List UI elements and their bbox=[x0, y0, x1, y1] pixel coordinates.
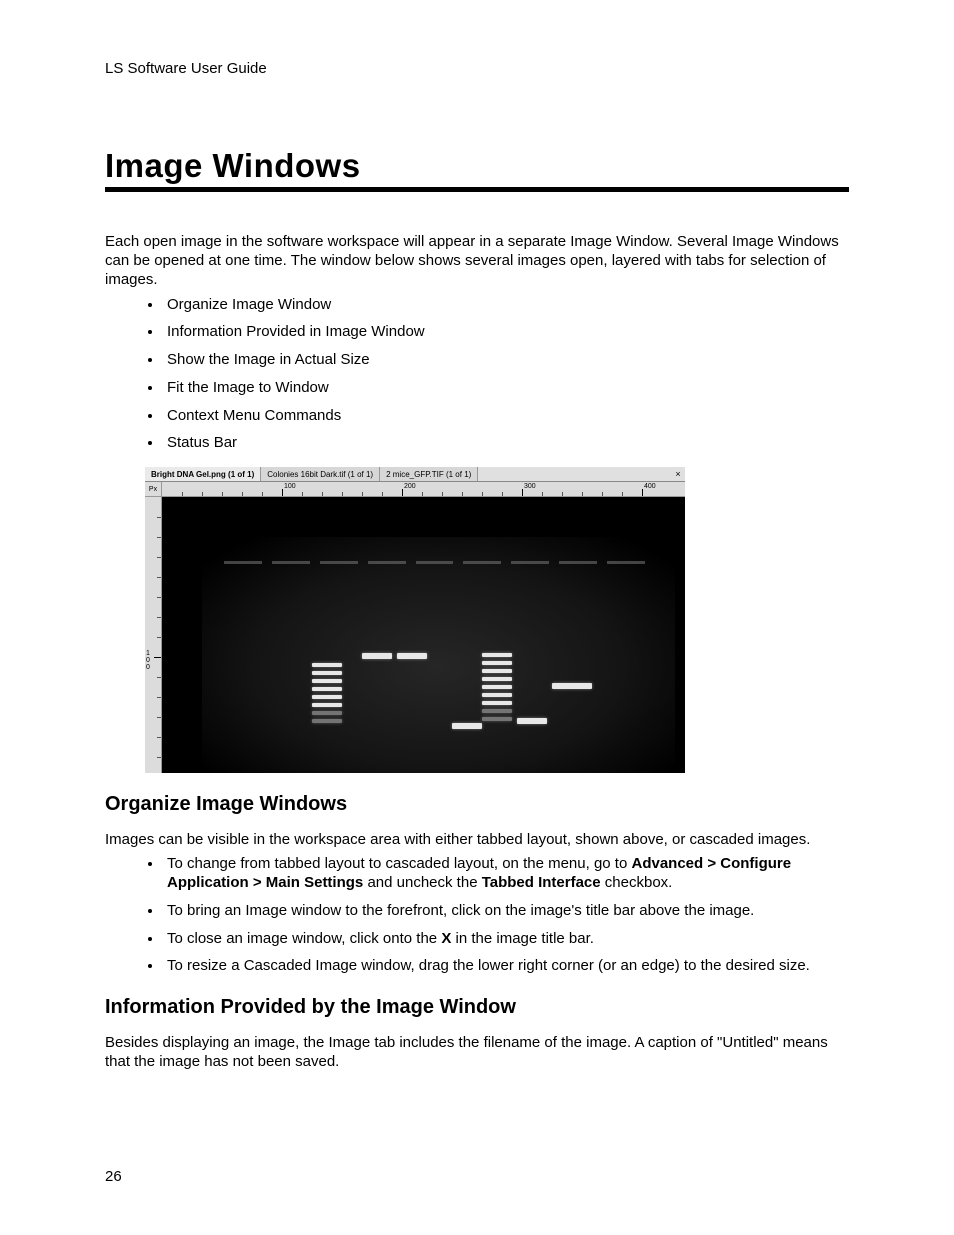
list-item: Organize Image Window bbox=[163, 296, 849, 315]
topic-list: Organize Image Window Information Provid… bbox=[105, 296, 849, 454]
list-item: To bring an Image window to the forefron… bbox=[163, 902, 849, 921]
ruler-tick-label: 100 bbox=[146, 650, 150, 671]
section-heading: Information Provided by the Image Window bbox=[105, 996, 849, 1019]
list-item: Show the Image in Actual Size bbox=[163, 351, 849, 370]
image-tab[interactable]: 2 mice_GFP.TIF (1 of 1) bbox=[380, 467, 478, 481]
gel-lane bbox=[397, 653, 427, 773]
ruler-unit-label: Px bbox=[145, 482, 162, 497]
gel-lane bbox=[517, 718, 547, 773]
close-icon[interactable]: × bbox=[671, 467, 685, 481]
list-item: To close an image window, click onto the… bbox=[163, 930, 849, 949]
gel-lane bbox=[312, 663, 342, 773]
intro-paragraph: Each open image in the software workspac… bbox=[105, 232, 849, 290]
instruction-list: To change from tabbed layout to cascaded… bbox=[105, 855, 849, 976]
tab-label: Bright DNA Gel.png (1 of 1) bbox=[151, 470, 254, 479]
title-rule bbox=[105, 187, 849, 192]
list-item: To resize a Cascaded Image window, drag … bbox=[163, 957, 849, 976]
ruler-tick-label: 300 bbox=[524, 483, 536, 490]
gel-lane bbox=[552, 683, 592, 773]
list-item: Information Provided in Image Window bbox=[163, 323, 849, 342]
tab-label: Colonies 16bit Dark.tif (1 of 1) bbox=[267, 470, 373, 479]
ruler-vertical: 100 bbox=[145, 497, 162, 773]
ruler-tick-label: 200 bbox=[404, 483, 416, 490]
image-canvas[interactable] bbox=[162, 497, 685, 773]
tab-label: 2 mice_GFP.TIF (1 of 1) bbox=[386, 470, 471, 479]
list-item: Context Menu Commands bbox=[163, 407, 849, 426]
list-item: Status Bar bbox=[163, 434, 849, 453]
section-paragraph: Images can be visible in the workspace a… bbox=[105, 830, 849, 849]
image-tab[interactable]: Colonies 16bit Dark.tif (1 of 1) bbox=[261, 467, 380, 481]
screenshot-figure: Bright DNA Gel.png (1 of 1) Colonies 16b… bbox=[145, 467, 685, 773]
section-paragraph: Besides displaying an image, the Image t… bbox=[105, 1033, 849, 1071]
ruler-tick-label: 100 bbox=[284, 483, 296, 490]
page-title: Image Windows bbox=[105, 147, 849, 185]
gel-image bbox=[202, 537, 675, 773]
document-page: LS Software User Guide Image Windows Eac… bbox=[0, 0, 954, 1235]
page-number: 26 bbox=[105, 1168, 122, 1185]
gel-lane bbox=[482, 653, 512, 773]
gel-lane bbox=[452, 723, 482, 773]
list-item: To change from tabbed layout to cascaded… bbox=[163, 855, 849, 893]
ruler-tick-label: 400 bbox=[644, 483, 656, 490]
tab-spacer bbox=[478, 467, 671, 481]
image-tab[interactable]: Bright DNA Gel.png (1 of 1) bbox=[145, 467, 261, 481]
gel-wells bbox=[224, 561, 645, 567]
running-header: LS Software User Guide bbox=[105, 60, 849, 77]
section-heading: Organize Image Windows bbox=[105, 793, 849, 816]
list-item: Fit the Image to Window bbox=[163, 379, 849, 398]
gel-lane bbox=[362, 653, 392, 773]
tab-strip: Bright DNA Gel.png (1 of 1) Colonies 16b… bbox=[145, 467, 685, 482]
ruler-horizontal: 100 200 300 400 bbox=[162, 482, 685, 497]
